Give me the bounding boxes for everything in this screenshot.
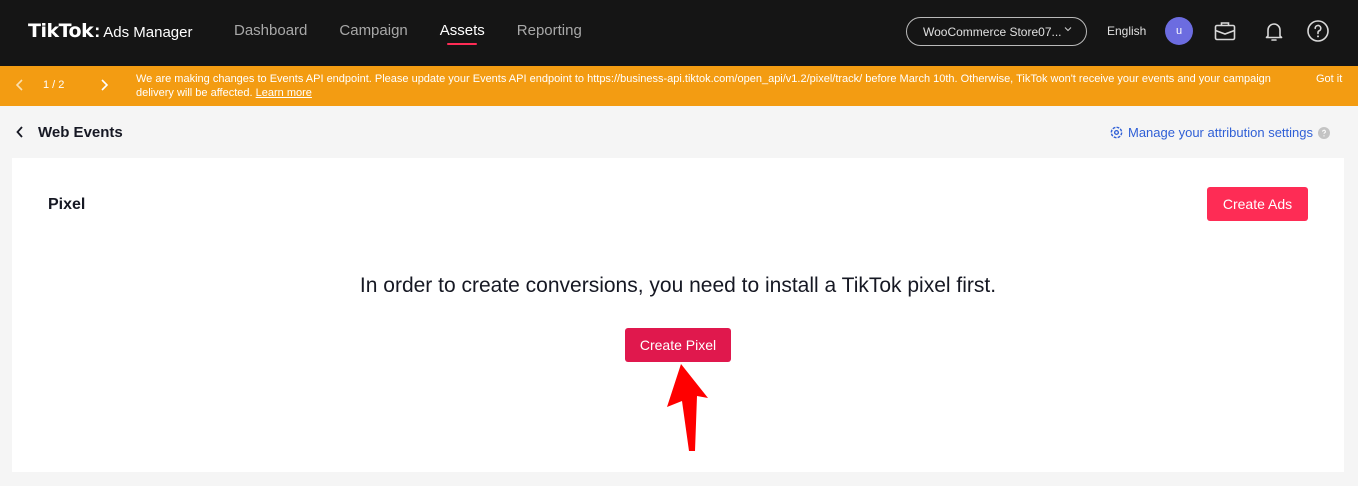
attribution-settings-label: Manage your attribution settings [1128, 125, 1313, 140]
help-icon[interactable] [1306, 19, 1330, 43]
nav-dashboard[interactable]: Dashboard [218, 0, 323, 66]
create-ads-button[interactable]: Create Ads [1207, 187, 1308, 221]
account-selector[interactable]: WooCommerce Store07... [906, 17, 1087, 46]
nav-campaign[interactable]: Campaign [323, 0, 423, 66]
main-nav: Dashboard Campaign Assets Reporting [218, 0, 598, 66]
chevron-right-icon[interactable] [98, 78, 110, 92]
settings-icon [1110, 126, 1123, 139]
info-icon[interactable] [1318, 126, 1330, 139]
bell-icon[interactable] [1262, 19, 1286, 43]
attribution-settings-link[interactable]: Manage your attribution settings [1109, 125, 1330, 140]
banner-message: We are making changes to Events API endp… [136, 72, 1286, 100]
annotation-arrow-icon [667, 364, 708, 451]
user-avatar[interactable]: u [1165, 17, 1193, 45]
card-title: Pixel [48, 196, 86, 213]
empty-state-message: In order to create conversions, you need… [359, 274, 997, 297]
logo-brand: TikTok [28, 20, 94, 42]
nav-reporting[interactable]: Reporting [501, 0, 598, 66]
logo-product: Ads Manager [103, 24, 193, 41]
chevron-left-icon[interactable] [14, 78, 26, 92]
logo-separator: : [94, 21, 101, 41]
language-selector[interactable]: English [1107, 24, 1146, 38]
nav-assets[interactable]: Assets [424, 0, 501, 66]
page-title: Web Events [38, 124, 123, 141]
tiktok-ads-manager-logo[interactable]: TikTok : Ads Manager [28, 20, 192, 42]
chevron-down-icon [1064, 27, 1072, 32]
announcement-banner: 1 / 2 We are making changes to Events AP… [0, 66, 1358, 106]
account-selector-value: WooCommerce Store07... [923, 24, 1062, 39]
learn-more-link[interactable]: Learn more [256, 87, 312, 99]
create-pixel-button[interactable]: Create Pixel [625, 328, 731, 362]
top-navigation-bar: TikTok : Ads Manager Dashboard Campaign … [0, 0, 1358, 66]
got-it-button[interactable]: Got it [1316, 73, 1342, 85]
briefcase-icon[interactable] [1213, 19, 1237, 43]
back-arrow-icon[interactable] [14, 125, 26, 139]
banner-pagination: 1 / 2 [43, 79, 65, 91]
